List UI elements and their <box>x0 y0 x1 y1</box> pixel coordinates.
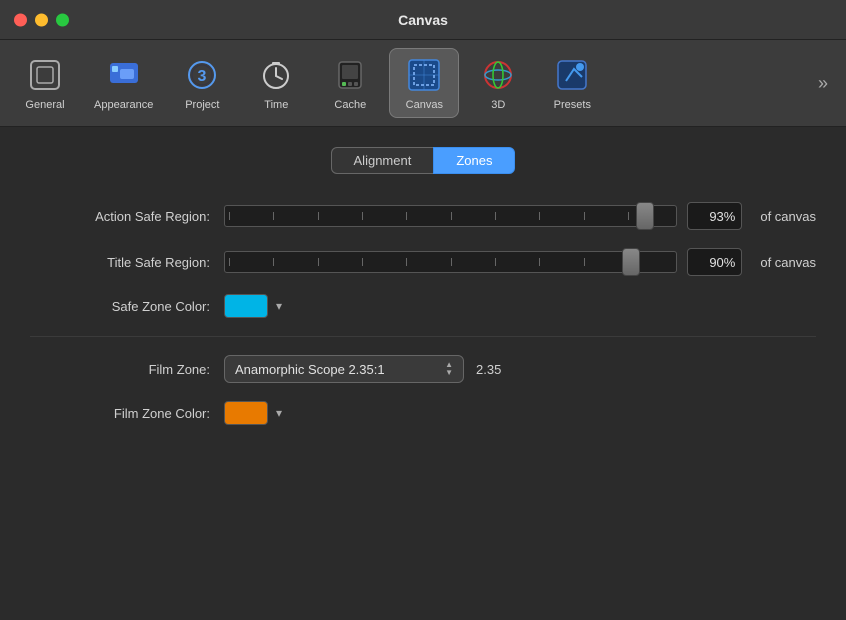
toolbar-label-general: General <box>25 99 64 111</box>
svg-text:3: 3 <box>198 68 207 85</box>
film-zone-select-value: Anamorphic Scope 2.35:1 <box>235 362 385 377</box>
film-zone-color-swatch[interactable] <box>224 401 268 425</box>
minimize-button[interactable] <box>35 13 48 26</box>
tick <box>451 212 495 220</box>
tab-zones[interactable]: Zones <box>433 147 515 174</box>
presets-icon <box>552 55 592 95</box>
title-bar: Canvas <box>0 0 846 40</box>
tick <box>318 258 362 266</box>
tick <box>584 212 628 220</box>
action-safe-of-canvas: of canvas <box>760 209 816 224</box>
tick <box>406 212 450 220</box>
tick <box>451 258 495 266</box>
action-safe-thumb[interactable] <box>636 202 654 230</box>
tab-alignment[interactable]: Alignment <box>331 147 434 174</box>
window-title: Canvas <box>398 12 448 28</box>
action-safe-slider[interactable] <box>224 205 677 227</box>
toolbar-item-cache[interactable]: Cache <box>315 49 385 117</box>
window-controls <box>14 13 69 26</box>
more-button[interactable]: » <box>810 69 836 98</box>
toolbar-label-appearance: Appearance <box>94 99 153 111</box>
tick <box>229 212 273 220</box>
tick <box>229 258 273 266</box>
tick <box>318 212 362 220</box>
toolbar-item-time[interactable]: Time <box>241 49 311 117</box>
cache-icon <box>330 55 370 95</box>
maximize-button[interactable] <box>56 13 69 26</box>
toolbar-item-project[interactable]: 3 Project <box>167 49 237 117</box>
content-area: Alignment Zones Action Safe Region: <box>0 127 846 463</box>
film-zone-color-control: ▾ <box>224 401 282 425</box>
title-safe-slider[interactable] <box>224 251 677 273</box>
safe-zone-color-swatch[interactable] <box>224 294 268 318</box>
toolbar-label-3d: 3D <box>491 99 505 111</box>
tab-bar: Alignment Zones <box>30 147 816 174</box>
action-safe-value[interactable]: 93% <box>687 202 742 230</box>
toolbar-item-presets[interactable]: Presets <box>537 49 607 117</box>
film-zone-label: Film Zone: <box>30 362 210 377</box>
film-zone-arrows: ▲▼ <box>445 361 453 377</box>
appearance-icon <box>104 55 144 95</box>
title-safe-row: Title Safe Region: 90% of canvas <box>30 248 816 276</box>
toolbar-item-canvas[interactable]: Canvas <box>389 48 459 118</box>
toolbar-label-canvas: Canvas <box>406 99 443 111</box>
tick <box>495 258 539 266</box>
film-zone-select[interactable]: Anamorphic Scope 2.35:1 ▲▼ <box>224 355 464 383</box>
action-safe-label: Action Safe Region: <box>30 209 210 224</box>
tick <box>362 212 406 220</box>
tick <box>273 212 317 220</box>
action-safe-slider-container: 93% of canvas <box>224 202 816 230</box>
toolbar-item-3d[interactable]: 3D <box>463 49 533 117</box>
film-zone-color-row: Film Zone Color: ▾ <box>30 401 816 425</box>
toolbar-label-cache: Cache <box>334 99 366 111</box>
tick <box>362 258 406 266</box>
toolbar-item-appearance[interactable]: Appearance <box>84 49 163 117</box>
time-icon <box>256 55 296 95</box>
safe-zone-color-row: Safe Zone Color: ▾ <box>30 294 816 318</box>
canvas-icon <box>404 55 444 95</box>
title-safe-label: Title Safe Region: <box>30 255 210 270</box>
tick <box>495 212 539 220</box>
close-button[interactable] <box>14 13 27 26</box>
divider <box>30 336 816 337</box>
film-zone-ratio: 2.35 <box>476 362 501 377</box>
toolbar: General Appearance 3 Project <box>0 40 846 127</box>
film-zone-row: Film Zone: Anamorphic Scope 2.35:1 ▲▼ 2.… <box>30 355 816 383</box>
film-zone-color-label: Film Zone Color: <box>30 406 210 421</box>
title-safe-of-canvas: of canvas <box>760 255 816 270</box>
toolbar-label-presets: Presets <box>554 99 591 111</box>
title-safe-thumb[interactable] <box>622 248 640 276</box>
safe-zone-color-control: ▾ <box>224 294 282 318</box>
title-safe-ticks <box>229 252 672 272</box>
action-safe-row: Action Safe Region: 93% of canva <box>30 202 816 230</box>
action-safe-ticks <box>229 206 672 226</box>
tick <box>273 258 317 266</box>
project-icon: 3 <box>182 55 222 95</box>
film-zone-color-dropdown-arrow[interactable]: ▾ <box>276 406 282 420</box>
general-icon <box>25 55 65 95</box>
title-safe-value[interactable]: 90% <box>687 248 742 276</box>
toolbar-label-time: Time <box>264 99 288 111</box>
title-safe-slider-container: 90% of canvas <box>224 248 816 276</box>
toolbar-label-project: Project <box>185 99 219 111</box>
tick <box>539 212 583 220</box>
tick <box>539 258 583 266</box>
3d-icon <box>478 55 518 95</box>
safe-zone-color-dropdown-arrow[interactable]: ▾ <box>276 299 282 313</box>
safe-zone-color-label: Safe Zone Color: <box>30 299 210 314</box>
toolbar-item-general[interactable]: General <box>10 49 80 117</box>
tick <box>406 258 450 266</box>
